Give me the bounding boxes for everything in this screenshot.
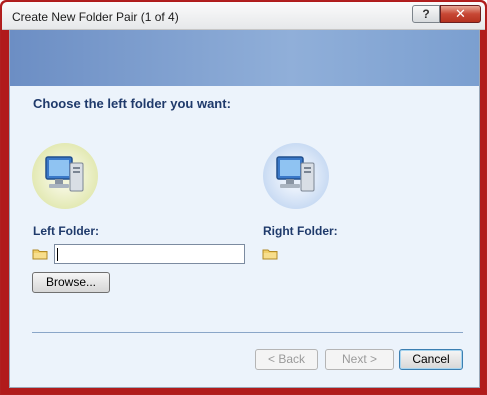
text-caret — [57, 248, 58, 261]
page-heading: Choose the left folder you want: — [33, 96, 231, 111]
window-title: Create New Folder Pair (1 of 4) — [12, 10, 179, 24]
wizard-body: Choose the left folder you want: Left Fo… — [9, 30, 480, 388]
dialog-window: Create New Folder Pair (1 of 4) ? ✕ Choo… — [0, 0, 487, 395]
header-banner — [10, 30, 479, 86]
next-button[interactable]: Next > — [325, 349, 394, 370]
close-button[interactable]: ✕ — [440, 5, 481, 23]
right-computer-icon — [263, 143, 329, 209]
left-folder-path-input[interactable] — [54, 244, 245, 264]
back-button[interactable]: < Back — [255, 349, 318, 370]
right-folder-label: Right Folder: — [263, 224, 338, 238]
browse-button[interactable]: Browse... — [32, 272, 110, 293]
help-button[interactable]: ? — [412, 5, 440, 23]
folder-icon — [32, 248, 48, 260]
left-computer-icon — [32, 143, 98, 209]
title-bar[interactable]: Create New Folder Pair (1 of 4) ? ✕ — [2, 2, 485, 30]
folder-icon — [262, 248, 278, 260]
left-folder-label: Left Folder: — [33, 224, 99, 238]
cancel-button[interactable]: Cancel — [399, 349, 463, 370]
footer-separator — [32, 332, 463, 333]
